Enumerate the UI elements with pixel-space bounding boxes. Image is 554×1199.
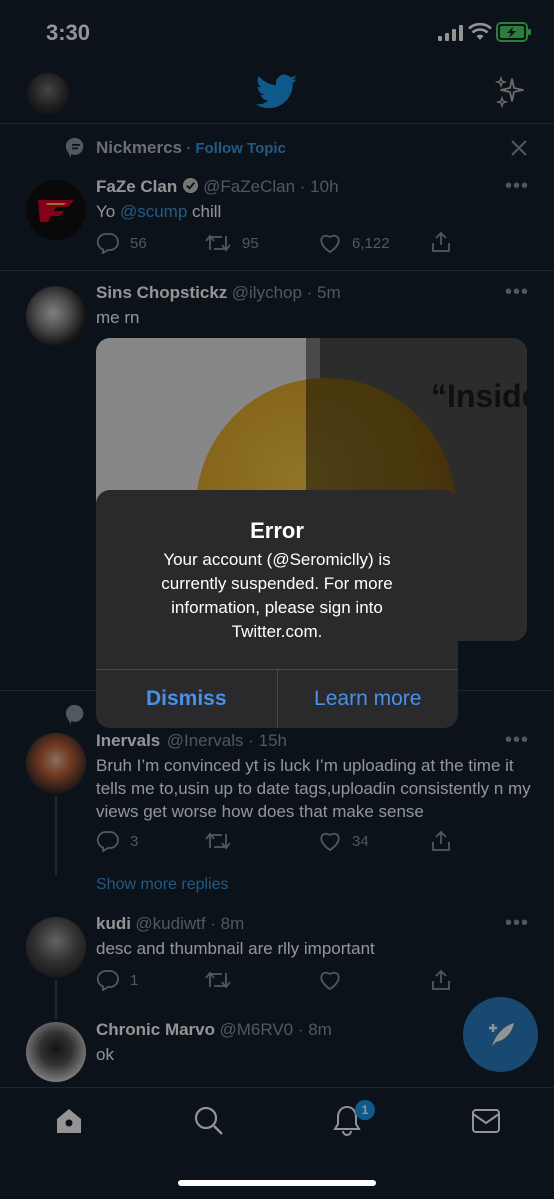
dismiss-button[interactable]: Dismiss (96, 670, 277, 728)
error-alert-dialog: Error Your account (@Seromiclly) is curr… (96, 490, 458, 728)
alert-message: Your account (@Seromiclly) is currently … (161, 550, 393, 641)
learn-more-button[interactable]: Learn more (276, 670, 459, 728)
alert-title: Error (250, 518, 304, 543)
home-indicator[interactable] (178, 1180, 376, 1186)
alert-buttons: Dismiss Learn more (96, 669, 458, 728)
